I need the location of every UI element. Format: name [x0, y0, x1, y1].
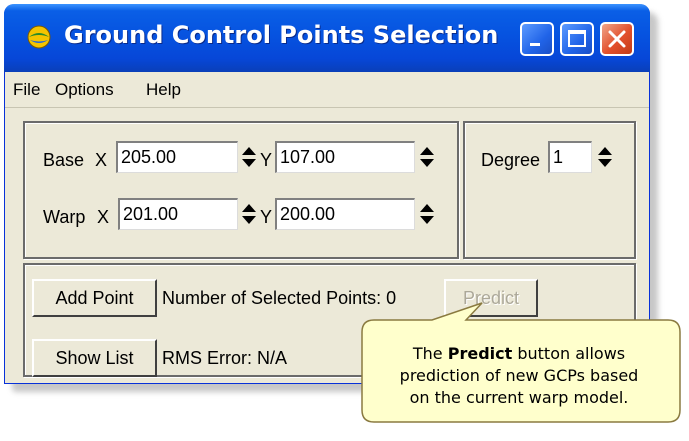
callout-prefix: The: [412, 344, 448, 363]
callout-line-1: The Predict button allows: [358, 343, 680, 365]
callout-line1-suffix: button allows: [512, 344, 626, 363]
callout-line-3: on the current warp model.: [409, 388, 629, 407]
callout-text: The Predict button allows prediction of …: [358, 343, 680, 409]
callout-line-2: prediction of new GCPs based: [399, 366, 639, 385]
callout-bold: Predict: [447, 344, 513, 363]
